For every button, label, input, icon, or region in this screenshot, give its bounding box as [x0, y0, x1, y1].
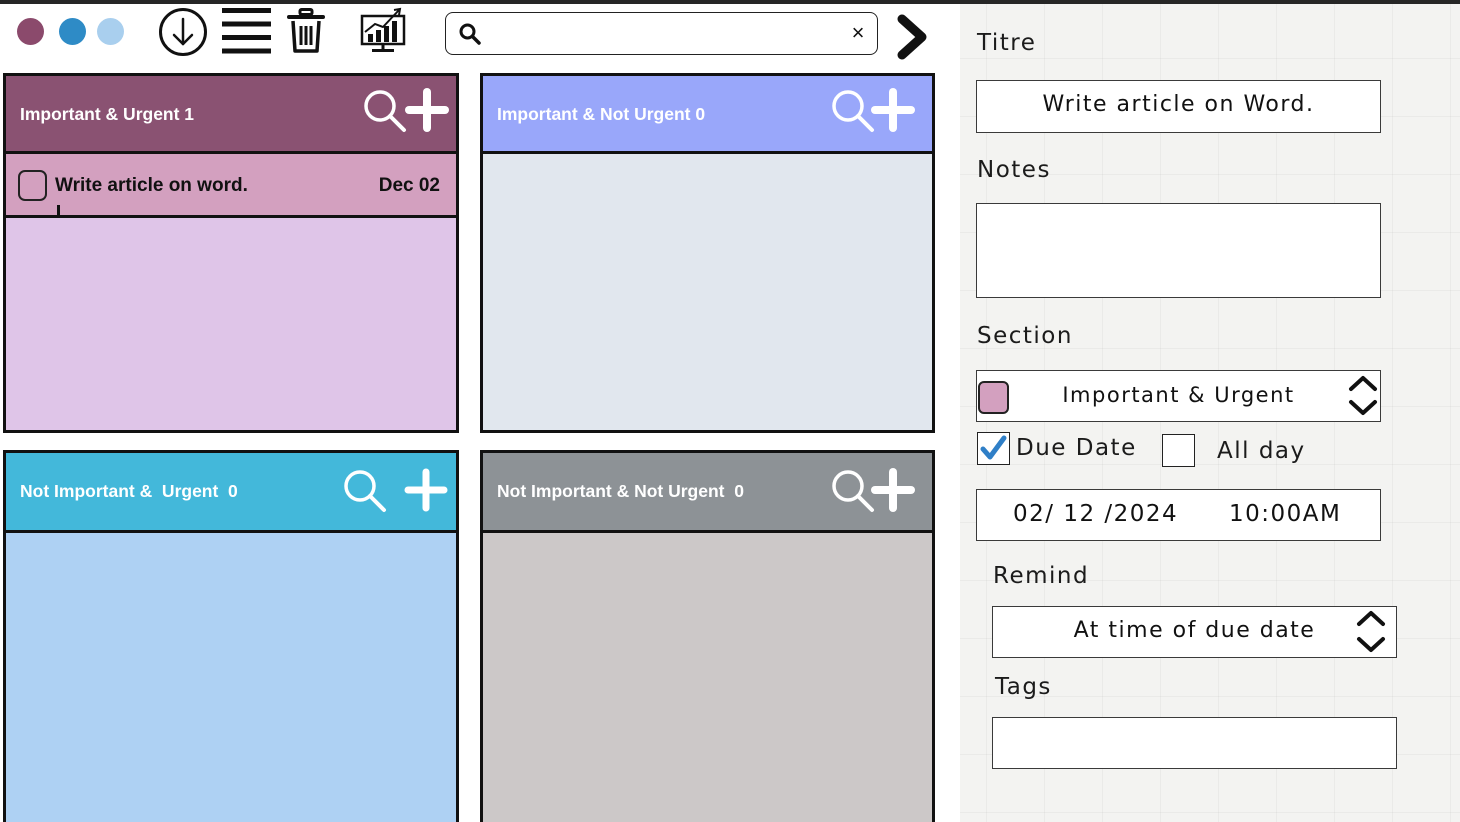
- search-quadrant-icon[interactable]: [342, 469, 388, 515]
- task-due-date: Dec 02: [378, 175, 440, 196]
- add-task-icon[interactable]: [871, 468, 915, 512]
- quadrant-title: Not Important & Not Urgent 0: [497, 481, 744, 501]
- search-box: ×: [445, 12, 878, 55]
- checkmark-icon: [980, 435, 1007, 460]
- section-label: Section: [977, 323, 1073, 349]
- notes-field[interactable]: [976, 203, 1381, 298]
- remind-select[interactable]: At time of due date: [992, 606, 1397, 658]
- quadrant-title: Important & Urgent 1: [20, 104, 195, 124]
- tags-label: Tags: [995, 674, 1052, 700]
- remind-label: Remind: [993, 563, 1090, 589]
- task-row[interactable]: Write article on word. Dec 02: [6, 154, 456, 218]
- add-task-icon[interactable]: [405, 88, 449, 132]
- chevron-right-icon[interactable]: [895, 14, 929, 60]
- due-date-checkbox[interactable]: [977, 432, 1010, 465]
- quadrant-not-important-not-urgent: Not Important & Not Urgent 0: [480, 450, 935, 822]
- search-icon: [459, 23, 481, 45]
- quadrant-body: [483, 533, 932, 822]
- quadrant-important-not-urgent: Important & Not Urgent 0: [480, 73, 935, 433]
- task-title: Write article on word.: [55, 175, 248, 196]
- date-value[interactable]: 02/ 12 /2024: [1013, 501, 1178, 527]
- quadrant-header: Important & Not Urgent 0: [483, 76, 932, 154]
- quadrant-title: Important & Not Urgent 0: [497, 104, 706, 124]
- quadrant-title: Not Important & Urgent 0: [20, 481, 238, 501]
- quadrant-header: Not Important & Urgent 0: [6, 453, 456, 533]
- window-dot-minimize[interactable]: [59, 18, 86, 45]
- quadrant-body: Write article on word. Dec 02: [6, 154, 456, 430]
- window-dot-close[interactable]: [17, 18, 44, 45]
- search-quadrant-icon[interactable]: [830, 469, 876, 515]
- menu-icon[interactable]: [222, 8, 271, 54]
- section-select[interactable]: Important & Urgent: [976, 370, 1381, 422]
- titre-value: Write article on Word.: [1042, 92, 1315, 117]
- download-icon[interactable]: [158, 7, 208, 57]
- add-task-icon[interactable]: [404, 468, 448, 512]
- search-quadrant-icon[interactable]: [830, 89, 876, 135]
- quadrant-body: [6, 533, 456, 822]
- all-day-label: All day: [1217, 438, 1306, 464]
- tags-field[interactable]: [992, 717, 1397, 769]
- titre-label: Titre: [977, 30, 1037, 56]
- titre-field[interactable]: Write article on Word.: [976, 80, 1381, 133]
- window-dot-maximize[interactable]: [97, 18, 124, 45]
- clear-search-icon[interactable]: ×: [847, 21, 869, 45]
- quadrant-header: Important & Urgent 1: [6, 76, 456, 154]
- all-day-checkbox[interactable]: [1162, 434, 1195, 467]
- notes-label: Notes: [977, 157, 1051, 183]
- text-cursor: [57, 205, 60, 215]
- add-task-icon[interactable]: [871, 88, 915, 132]
- search-input[interactable]: [490, 19, 830, 49]
- due-datetime-field[interactable]: 02/ 12 /2024 10:00AM: [976, 489, 1381, 541]
- due-date-label: Due Date: [1016, 435, 1137, 461]
- time-value[interactable]: 10:00AM: [1229, 501, 1341, 527]
- trash-icon[interactable]: [287, 8, 325, 54]
- chart-monitor-icon[interactable]: [359, 6, 407, 54]
- quadrant-important-urgent: Important & Urgent 1 Write article on wo…: [3, 73, 459, 433]
- quadrant-not-important-urgent: Not Important & Urgent 0: [3, 450, 459, 822]
- section-value: Important & Urgent: [1062, 383, 1295, 407]
- remind-value: At time of due date: [1073, 618, 1316, 643]
- updown-chevron-icon[interactable]: [1347, 374, 1379, 418]
- task-checkbox[interactable]: [18, 170, 47, 201]
- search-quadrant-icon[interactable]: [362, 89, 408, 135]
- updown-chevron-icon[interactable]: [1355, 609, 1387, 655]
- quadrant-body: [483, 154, 932, 430]
- quadrant-header: Not Important & Not Urgent 0: [483, 453, 932, 533]
